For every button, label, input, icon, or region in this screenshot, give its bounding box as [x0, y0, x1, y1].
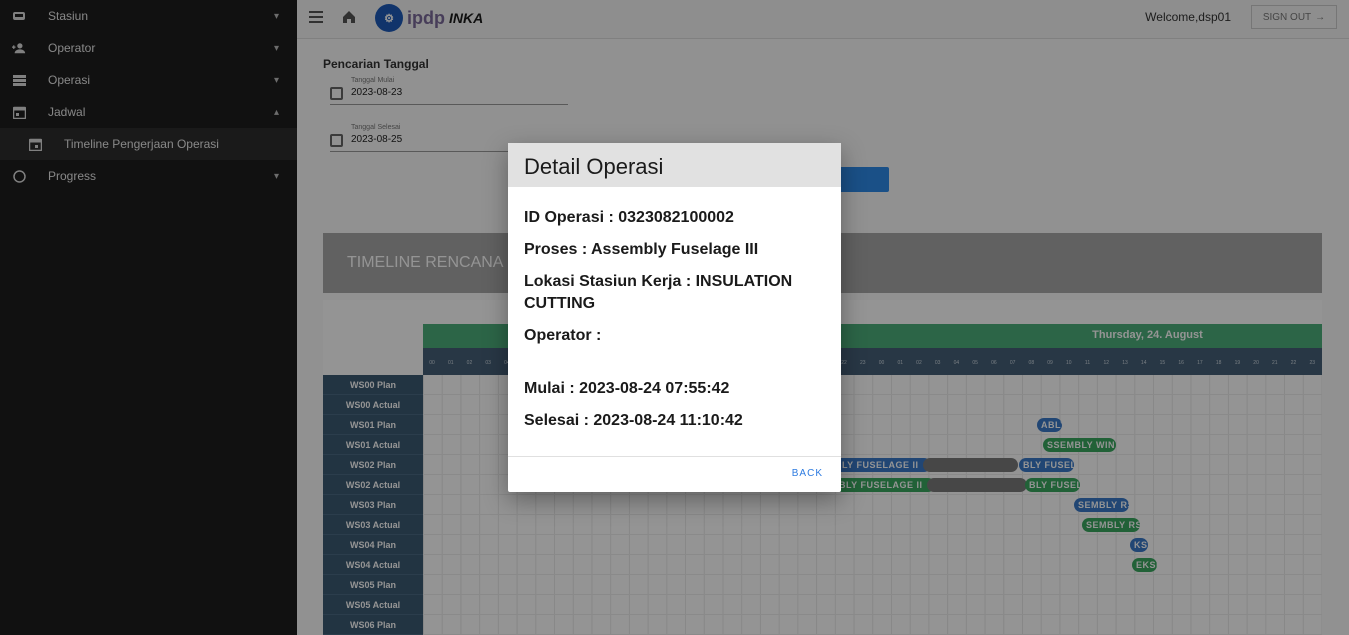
modal-lokasi-line: Lokasi Stasiun Kerja : INSULATION CUTTIN…	[524, 273, 793, 312]
modal-operator-line: Operator :	[524, 327, 602, 344]
modal-id-line: ID Operasi : 0323082100002	[524, 209, 734, 226]
modal-title: Detail Operasi	[524, 154, 664, 179]
detail-modal: Detail Operasi ID Operasi : 032308210000…	[508, 143, 841, 492]
modal-selesai-line: Selesai : 2023-08-24 11:10:42	[524, 412, 743, 429]
modal-mulai-line: Mulai : 2023-08-24 07:55:42	[524, 380, 730, 397]
modal-header: Detail Operasi	[508, 143, 841, 187]
back-button[interactable]: BACK	[792, 468, 823, 479]
modal-proses-line: Proses : Assembly Fuselage III	[524, 241, 759, 258]
modal-divider	[508, 456, 841, 457]
